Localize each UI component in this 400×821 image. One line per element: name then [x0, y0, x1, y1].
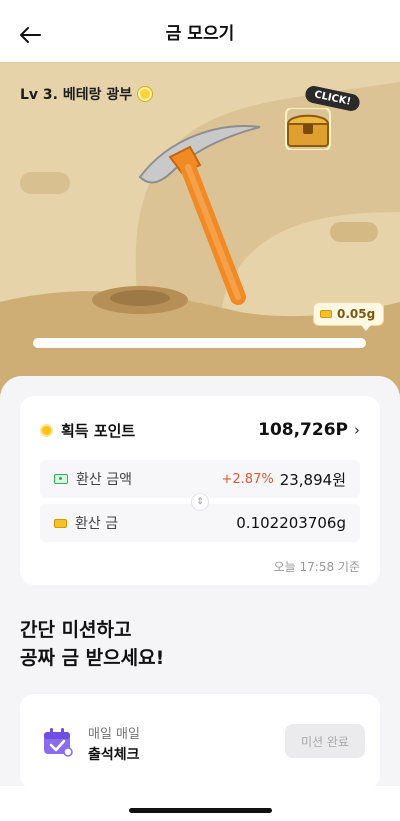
mining-scene: Lv 3. 베테랑 광부 CLICK! 0.05g	[0, 62, 400, 402]
content-sheet: 획득 포인트 108,726P › 환산 금액 +2.87% 23,894원 ⇕	[0, 376, 400, 821]
cash-value: 23,894원	[279, 470, 346, 489]
points-value: 108,726P	[258, 420, 348, 440]
points-card: 획득 포인트 108,726P › 환산 금액 +2.87% 23,894원 ⇕	[20, 396, 380, 585]
cash-icon	[54, 474, 68, 484]
mission-complete-button[interactable]: 미션 완료	[285, 724, 365, 758]
level-indicator: Lv 3. 베테랑 광부	[20, 84, 153, 104]
gold-bar-icon	[54, 518, 67, 528]
gold-earned-tag: 0.05g	[313, 302, 385, 331]
exchange-info: 환산 금액 +2.87% 23,894원 ⇕ 환산 금 0.102203706g	[40, 460, 360, 542]
mission-subtitle: 매일 매일	[88, 727, 140, 742]
cash-change-rate: +2.87%	[221, 471, 274, 487]
cash-label: 환산 금액	[76, 472, 132, 488]
mission-card-attendance: 매일 매일 출석체크 미션 완료	[20, 694, 380, 789]
swap-icon: ⇕	[191, 493, 209, 511]
page-title: 금 모으기	[165, 23, 235, 44]
calendar-check-icon	[44, 728, 73, 757]
pickaxe-icon[interactable]	[130, 117, 270, 317]
treasure-chest-icon[interactable]	[285, 108, 331, 150]
gold-bar-icon	[320, 310, 332, 318]
mining-progress-bar	[33, 338, 366, 348]
top-nav-bar: 금 모으기	[0, 0, 400, 62]
coin-icon	[40, 423, 53, 437]
points-label: 획득 포인트	[61, 421, 136, 440]
gold-label: 환산 금	[75, 516, 119, 532]
level-text: Lv 3. 베테랑 광부	[20, 87, 133, 103]
level-coin-icon	[138, 87, 153, 101]
home-indicator[interactable]	[129, 808, 272, 813]
timestamp: 오늘 17:58 기준	[273, 560, 360, 574]
points-summary-row[interactable]: 획득 포인트 108,726P ›	[40, 416, 360, 444]
gold-earned-amount: 0.05g	[337, 307, 376, 321]
chevron-right-icon: ›	[354, 421, 360, 439]
mission-heading-line1: 간단 미션하고	[20, 619, 132, 641]
mission-title: 출석체크	[88, 747, 140, 763]
mission-heading-line2: 공짜 금 받으세요!	[20, 647, 165, 669]
home-bar	[0, 786, 400, 821]
mission-heading: 간단 미션하고 공짜 금 받으세요!	[20, 616, 164, 672]
gold-value: 0.102203706g	[236, 514, 346, 532]
back-arrow-icon	[20, 27, 41, 43]
back-button[interactable]	[14, 19, 46, 51]
